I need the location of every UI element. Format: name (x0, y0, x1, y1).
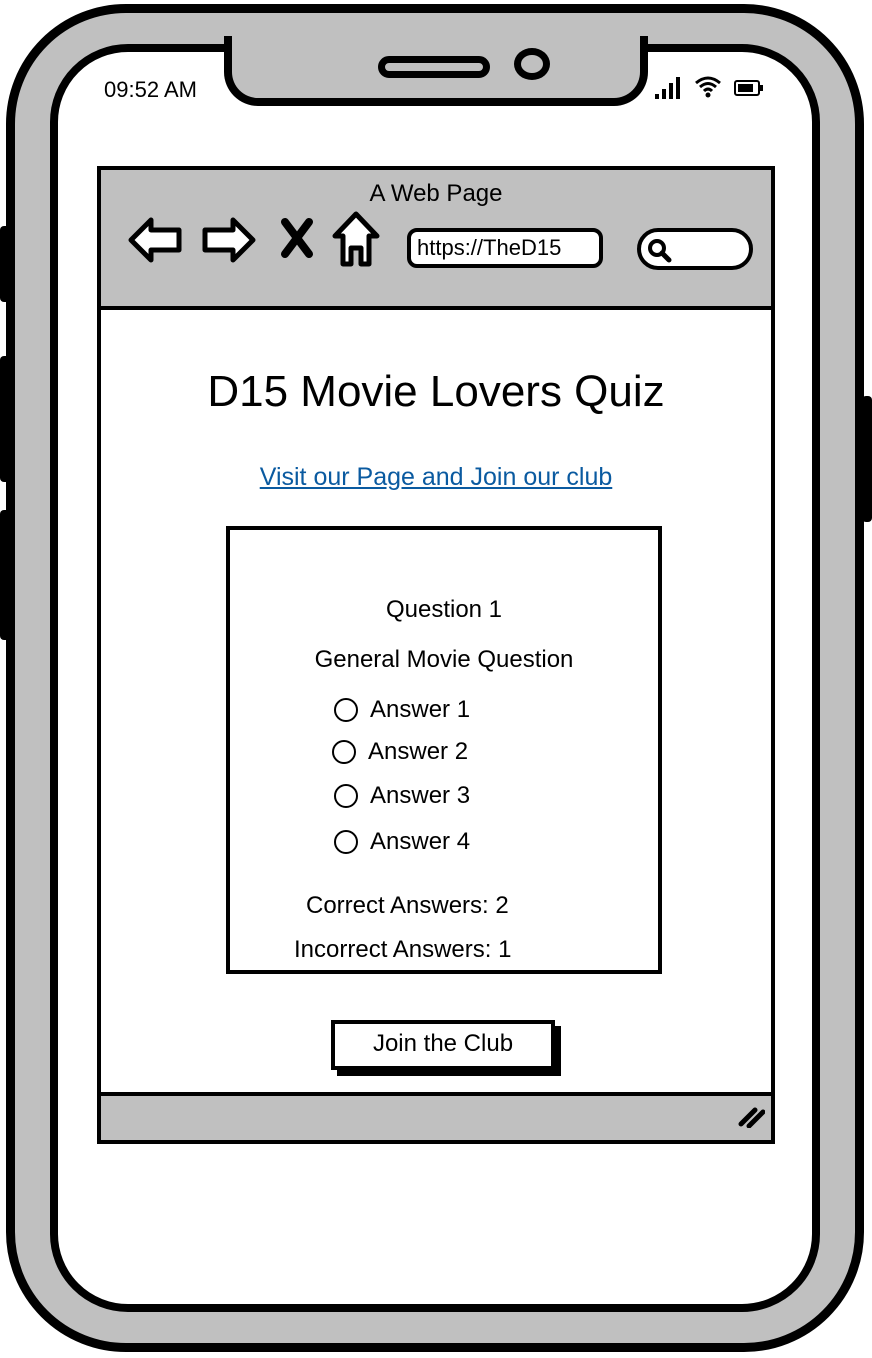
side-button-power (862, 396, 872, 522)
browser-status-bar (101, 1092, 771, 1140)
radio-button[interactable] (334, 830, 358, 854)
question-text: General Movie Question (314, 646, 574, 673)
battery-icon (734, 80, 764, 101)
answer-option-2[interactable]: Answer 2 (332, 736, 468, 768)
browser-title: A Web Page (369, 180, 503, 207)
signal-icon (654, 76, 684, 105)
answer-label: Answer 4 (370, 828, 471, 855)
radio-button[interactable] (334, 784, 358, 808)
side-button-mute (0, 226, 10, 302)
side-button-volume-down (0, 510, 10, 640)
search-icon (647, 238, 673, 269)
forward-arrow-icon[interactable] (201, 212, 257, 273)
question-heading: Question 1 (385, 596, 503, 623)
answer-label: Answer 1 (370, 696, 471, 723)
correct-answers-count: Correct Answers: 2 (306, 892, 509, 919)
answer-label: Answer 2 (368, 738, 469, 765)
speaker-icon (378, 56, 490, 78)
browser-window: A Web Page https://TheD15 D15 Movie Love… (97, 166, 775, 1144)
back-arrow-icon[interactable] (127, 212, 183, 273)
answer-option-3[interactable]: Answer 3 (334, 780, 470, 812)
radio-button[interactable] (334, 698, 358, 722)
join-club-link[interactable]: Visit our Page and Join our club (101, 462, 771, 492)
side-button-volume-up (0, 356, 10, 482)
radio-button[interactable] (332, 740, 356, 764)
join-club-button[interactable]: Join the Club (331, 1020, 555, 1070)
stop-close-icon[interactable] (279, 216, 315, 265)
home-icon[interactable] (331, 210, 381, 273)
answer-label: Answer 3 (370, 782, 471, 809)
camera-icon (514, 48, 550, 80)
resize-grip-icon[interactable] (737, 1106, 766, 1133)
wifi-icon (694, 74, 722, 103)
quiz-card: Question 1 General Movie Question Answer… (226, 526, 662, 974)
answer-option-1[interactable]: Answer 1 (334, 694, 470, 726)
browser-search-input[interactable] (637, 228, 753, 270)
url-input[interactable]: https://TheD15 (407, 228, 603, 268)
status-time: 09:52 AM (104, 77, 197, 102)
page-title: D15 Movie Lovers Quiz (207, 367, 665, 416)
browser-toolbar: A Web Page https://TheD15 (101, 170, 771, 310)
answer-option-4[interactable]: Answer 4 (334, 826, 470, 858)
incorrect-answers-count: Incorrect Answers: 1 (294, 936, 512, 963)
